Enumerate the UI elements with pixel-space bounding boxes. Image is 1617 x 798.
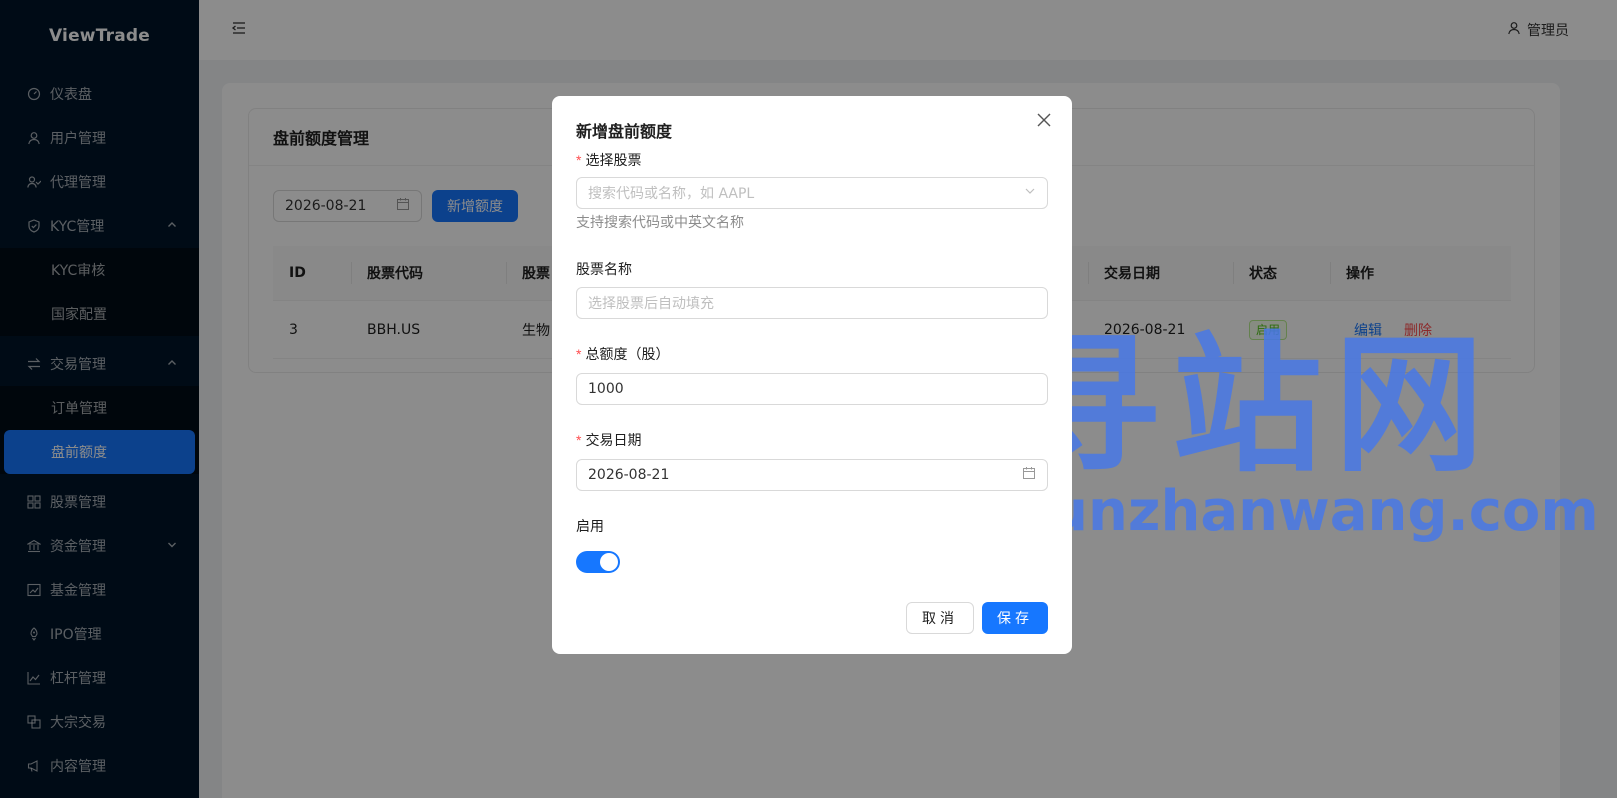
modal-title: 新增盘前额度 <box>576 122 673 141</box>
close-icon[interactable] <box>1036 111 1052 131</box>
trade-date-input[interactable]: 2026-08-21 <box>576 459 1048 491</box>
stock-name-input[interactable]: 选择股票后自动填充 <box>576 287 1048 319</box>
required-mark: * <box>576 152 582 168</box>
modal-footer: 取消 保存 <box>906 602 1048 634</box>
stock-select-placeholder: 搜索代码或名称，如 AAPL <box>588 186 755 202</box>
total-quota-input[interactable]: 1000 <box>576 373 1048 405</box>
calendar-icon <box>1022 466 1036 484</box>
enabled-label: 启用 <box>576 519 604 535</box>
cancel-button[interactable]: 取消 <box>906 602 974 634</box>
stock-name-label: 股票名称 <box>576 262 632 278</box>
save-button[interactable]: 保存 <box>982 602 1048 634</box>
stock-select-help: 支持搜索代码或中英文名称 <box>576 215 744 231</box>
total-quota-value: 1000 <box>588 381 624 397</box>
required-mark: * <box>576 346 582 362</box>
required-mark: * <box>576 432 582 448</box>
chevron-down-icon <box>1024 185 1036 201</box>
total-quota-label: * 总额度（股） <box>576 346 670 363</box>
trade-date-value: 2026-08-21 <box>588 467 670 483</box>
switch-knob <box>600 553 618 571</box>
stock-select-label: * 选择股票 <box>576 152 642 169</box>
trade-date-label: * 交易日期 <box>576 432 642 449</box>
watermark-cn: 寻站网 <box>1010 319 1497 493</box>
stock-name-placeholder: 选择股票后自动填充 <box>588 296 714 312</box>
add-quota-modal: 新增盘前额度 * 选择股票 搜索代码或名称，如 AAPL 支持搜索代码或中英文名称… <box>552 96 1072 654</box>
enabled-switch[interactable] <box>576 551 620 573</box>
stock-select[interactable]: 搜索代码或名称，如 AAPL <box>576 177 1048 209</box>
watermark-en: xunzhanwang.com <box>1012 479 1599 544</box>
